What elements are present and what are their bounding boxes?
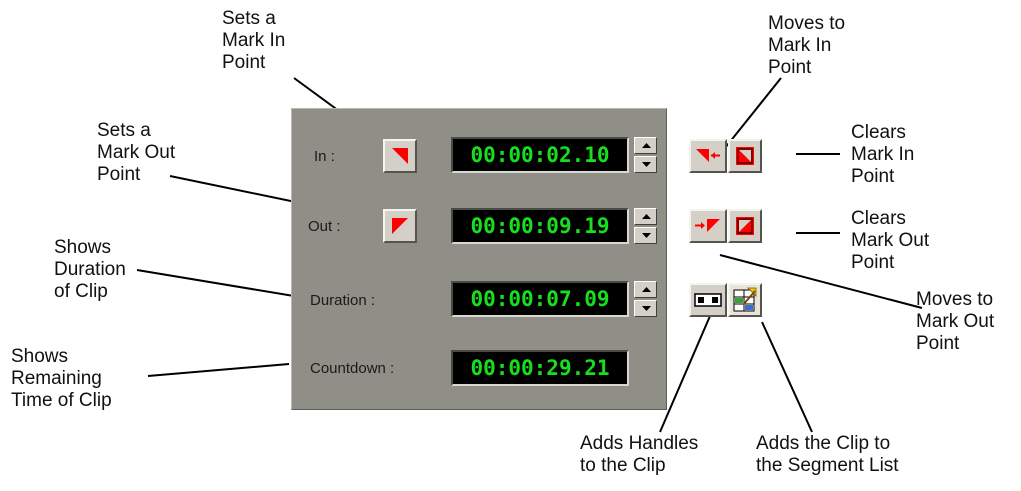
out-timecode-spinner — [634, 208, 657, 244]
add-to-segment-list-button[interactable] — [728, 283, 762, 317]
out-increment-button[interactable] — [634, 208, 657, 225]
arrow-down-icon — [642, 233, 651, 238]
clear-mark-out-button[interactable] — [728, 209, 762, 243]
callout-clear-mark-out: Clears Mark Out Point — [851, 208, 930, 273]
in-increment-button[interactable] — [634, 137, 657, 154]
leader-segment — [761, 321, 813, 433]
callout-goto-mark-out: Moves to Mark Out Point — [916, 289, 995, 354]
duration-decrement-button[interactable] — [634, 300, 657, 317]
callout-clear-mark-in: Clears Mark In Point — [851, 122, 915, 187]
leader-handles — [659, 315, 711, 433]
callout-goto-mark-in: Moves to Mark In Point — [768, 13, 846, 78]
out-timecode-field[interactable]: 00:00:09.19 — [451, 208, 629, 244]
in-decrement-button[interactable] — [634, 156, 657, 173]
duration-label: Duration : — [310, 292, 376, 309]
out-label: Out : — [308, 218, 341, 235]
set-mark-in-button[interactable] — [383, 139, 417, 173]
callout-duration: Shows Duration of Clip — [54, 237, 126, 302]
callout-set-mark-out: Sets a Mark Out Point — [97, 120, 176, 185]
callout-add-to-segment-list: Adds the Clip to the Segment List — [756, 433, 899, 476]
mark-controls-panel: In : Out : Duration : Countdown : 00:00:… — [291, 108, 762, 410]
arrow-up-icon — [642, 143, 651, 148]
duration-timecode-spinner — [634, 281, 657, 317]
leader-remaining — [147, 363, 290, 377]
duration-timecode-field[interactable]: 00:00:07.09 — [451, 281, 629, 317]
countdown-timecode-field: 00:00:29.21 — [451, 350, 629, 386]
callout-remaining-time: Shows Remaining Time of Clip — [11, 346, 112, 411]
out-decrement-button[interactable] — [634, 227, 657, 244]
arrow-up-icon — [642, 287, 651, 292]
arrow-up-icon — [642, 214, 651, 219]
go-to-mark-out-button[interactable] — [689, 209, 727, 243]
in-timecode-spinner — [634, 137, 657, 173]
duration-increment-button[interactable] — [634, 281, 657, 298]
arrow-down-icon — [642, 306, 651, 311]
callout-add-handles: Adds Handles to the Clip — [580, 433, 699, 476]
set-mark-out-button[interactable] — [383, 209, 417, 243]
go-to-mark-in-button[interactable] — [689, 139, 727, 173]
callout-set-mark-in: Sets a Mark In Point — [222, 8, 286, 73]
countdown-label: Countdown : — [310, 360, 395, 377]
arrow-down-icon — [642, 162, 651, 167]
add-handles-button[interactable] — [689, 283, 727, 317]
leader-goto-in — [724, 77, 782, 149]
in-label: In : — [314, 148, 335, 165]
in-timecode-field[interactable]: 00:00:02.10 — [451, 137, 629, 173]
clear-mark-in-button[interactable] — [728, 139, 762, 173]
